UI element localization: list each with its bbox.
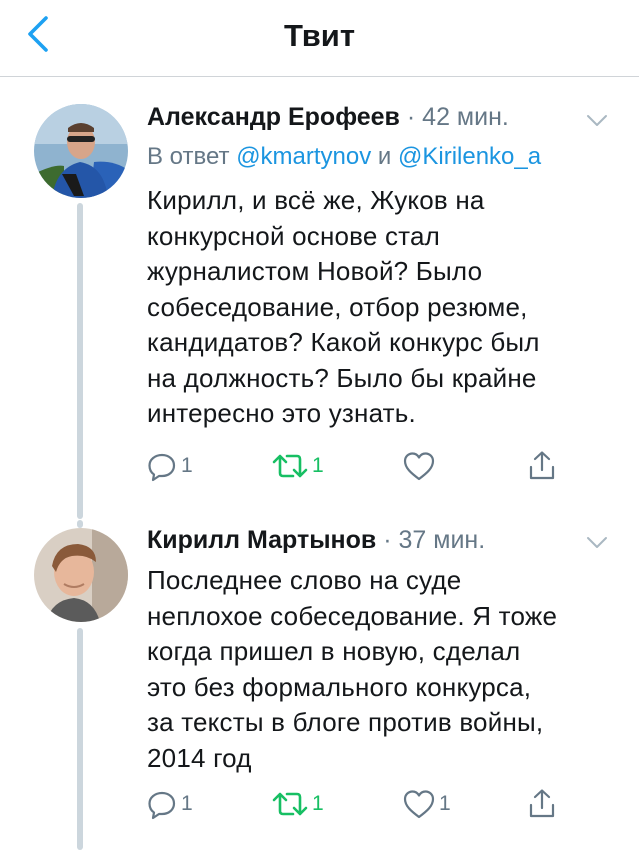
share-button[interactable] bbox=[525, 786, 559, 822]
reply-count: 1 bbox=[181, 792, 193, 815]
retweet-button[interactable]: 1 bbox=[270, 786, 324, 822]
tweet-header: Кирилл Мартынов · 37 мин. bbox=[147, 526, 485, 555]
action-bar: 1 1 1 bbox=[145, 786, 585, 822]
avatar[interactable] bbox=[34, 528, 128, 622]
separator-dot: · bbox=[383, 526, 392, 554]
tweet[interactable]: Кирилл Мартынов · 37 мин. Последнее слов… bbox=[0, 0, 639, 850]
share-icon bbox=[529, 789, 555, 818]
timestamp[interactable]: 37 мин. bbox=[399, 526, 486, 554]
thread-line bbox=[77, 520, 83, 528]
author-name[interactable]: Кирилл Мартынов bbox=[147, 526, 376, 554]
like-count: 1 bbox=[439, 792, 451, 815]
like-button[interactable]: 1 bbox=[401, 786, 451, 822]
thread-line bbox=[77, 628, 83, 850]
reply-icon bbox=[148, 791, 176, 820]
retweet-count: 1 bbox=[312, 792, 324, 815]
reply-button[interactable]: 1 bbox=[145, 786, 193, 822]
tweet-menu-button[interactable] bbox=[582, 533, 612, 553]
tweet-text: Последнее слово на суде неплохое собесед… bbox=[147, 565, 558, 773]
chevron-down-icon bbox=[587, 537, 607, 548]
like-icon bbox=[403, 790, 435, 819]
retweet-icon bbox=[272, 792, 308, 816]
